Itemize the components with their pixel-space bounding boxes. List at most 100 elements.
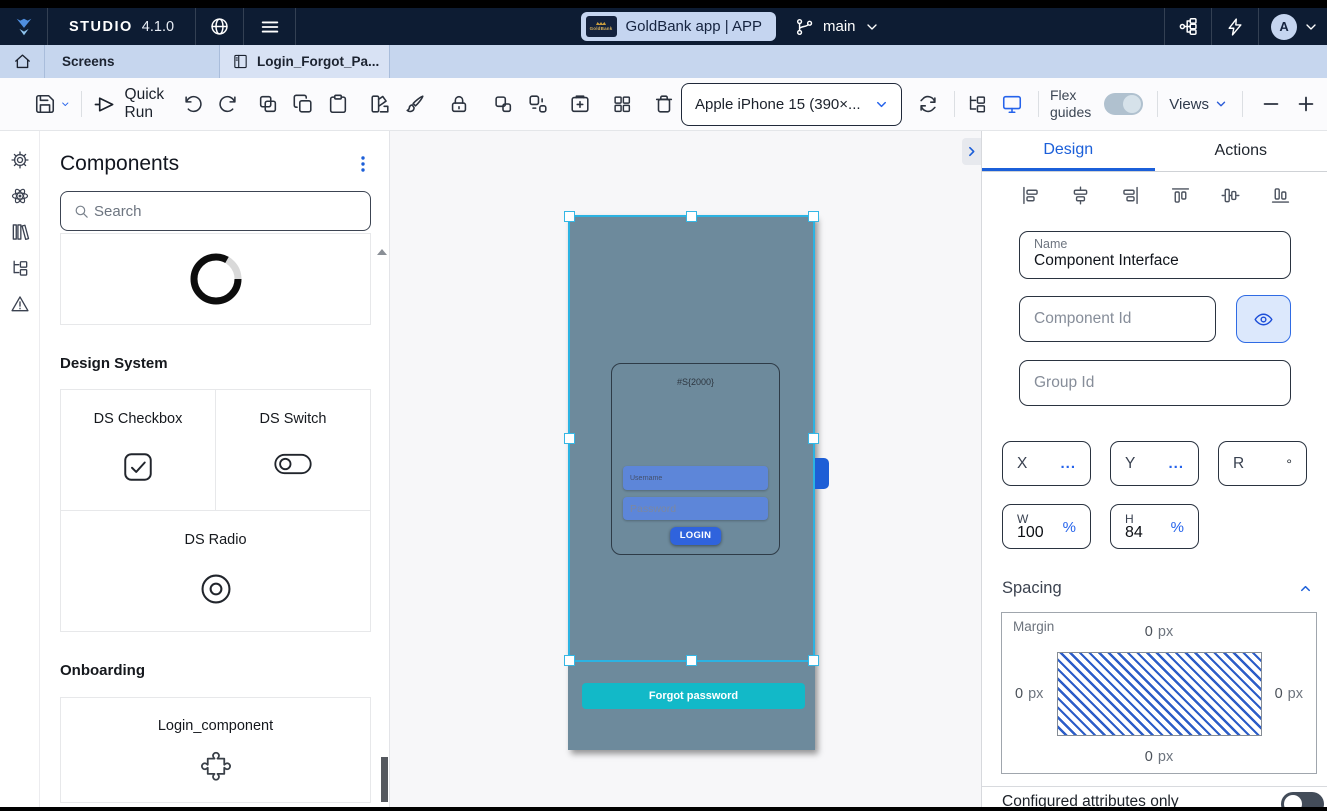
- height-value[interactable]: 84: [1125, 525, 1143, 542]
- lock-button[interactable]: [448, 93, 470, 115]
- height-unit[interactable]: %: [1171, 519, 1184, 536]
- phone-screen-mockup[interactable]: #S{2000} Username Password LOGIN Forgot …: [568, 215, 815, 750]
- branch-name: main: [823, 18, 856, 35]
- align-top-icon[interactable]: [1170, 185, 1191, 206]
- name-field[interactable]: Name Component Interface: [1019, 231, 1291, 279]
- components-grid-button[interactable]: [611, 93, 633, 115]
- tab-screens[interactable]: Screens: [45, 45, 220, 78]
- x-position-field[interactable]: X ...: [1002, 441, 1091, 486]
- branch-icon: [795, 17, 815, 37]
- studio-logo[interactable]: [0, 8, 48, 45]
- margin-editor[interactable]: Margin 0 px 0 px 0 px 0 px: [1001, 612, 1317, 774]
- ungroup-button[interactable]: [527, 93, 549, 115]
- globe-icon: [209, 16, 230, 37]
- save-button[interactable]: [34, 93, 56, 115]
- device-selector[interactable]: Apple iPhone 15 (390×...: [680, 82, 902, 126]
- align-bottom-icon[interactable]: [1270, 185, 1291, 206]
- align-center-vertical-icon[interactable]: [1220, 185, 1241, 206]
- warning-icon[interactable]: [10, 294, 30, 314]
- panel-scrollbar-thumb[interactable]: [381, 757, 388, 802]
- zoom-out-button[interactable]: [1260, 93, 1282, 115]
- component-id-input[interactable]: [1019, 296, 1216, 342]
- layer-tree-button[interactable]: [966, 93, 988, 115]
- brush-button[interactable]: [404, 93, 426, 115]
- delete-button[interactable]: [653, 93, 675, 115]
- component-ds-checkbox[interactable]: DS Checkbox: [61, 390, 216, 510]
- tab-label: Screens: [62, 54, 115, 69]
- margin-left-value[interactable]: 0 px: [1015, 686, 1043, 702]
- views-dropdown[interactable]: Views: [1169, 96, 1228, 113]
- account-chevron-down-icon[interactable]: [1303, 19, 1319, 35]
- add-frame-button[interactable]: [569, 93, 591, 115]
- align-right-icon[interactable]: [1120, 185, 1141, 206]
- quick-actions-button[interactable]: [1212, 8, 1258, 45]
- search-input[interactable]: [94, 202, 358, 220]
- y-position-field[interactable]: Y ...: [1110, 441, 1199, 486]
- width-unit[interactable]: %: [1063, 519, 1076, 536]
- duplicate-button[interactable]: [257, 93, 279, 115]
- hierarchy-tree-icon[interactable]: [10, 258, 30, 278]
- forgot-password-button-mock[interactable]: Forgot password: [582, 683, 805, 709]
- kebab-menu-icon[interactable]: [355, 155, 371, 173]
- configured-attributes-toggle[interactable]: [1281, 792, 1324, 807]
- y-label: Y: [1125, 454, 1136, 472]
- copy-button[interactable]: [292, 93, 314, 115]
- password-field-mock[interactable]: Password: [623, 497, 768, 520]
- zoom-in-button[interactable]: [1295, 93, 1317, 115]
- tab-login-forgot-page[interactable]: Login_Forgot_Pa...: [220, 45, 390, 78]
- visibility-toggle-button[interactable]: [1236, 295, 1291, 343]
- switch-icon: [273, 449, 313, 479]
- collapse-inspector-chevron-icon[interactable]: [962, 138, 981, 165]
- margin-right-value[interactable]: 0 px: [1275, 686, 1303, 702]
- rotation-field[interactable]: R °: [1218, 441, 1307, 486]
- name-field-value[interactable]: Component Interface: [1034, 252, 1276, 270]
- margin-top-value[interactable]: 0 px: [1002, 624, 1316, 640]
- group-id-input[interactable]: [1019, 360, 1291, 406]
- width-field[interactable]: W 100 %: [1002, 504, 1091, 549]
- tab-design[interactable]: Design: [982, 131, 1155, 171]
- tab-actions[interactable]: Actions: [1155, 131, 1327, 171]
- language-button[interactable]: [196, 8, 245, 45]
- component-login-component[interactable]: Login_component: [60, 697, 371, 803]
- margin-bottom-value[interactable]: 0 px: [1002, 749, 1316, 765]
- height-field[interactable]: H 84 %: [1110, 504, 1199, 549]
- align-left-icon[interactable]: [1020, 185, 1041, 206]
- avatar[interactable]: A: [1271, 13, 1298, 40]
- current-app-selector[interactable]: GoldBank GoldBank app | APP: [580, 12, 777, 41]
- branch-selector[interactable]: main: [795, 8, 880, 45]
- login-form-panel[interactable]: #S{2000} Username Password LOGIN: [611, 363, 780, 555]
- component-search-box: [60, 191, 371, 231]
- component-ds-switch[interactable]: DS Switch: [216, 390, 370, 510]
- atom-icon[interactable]: [10, 186, 30, 206]
- design-canvas[interactable]: #S{2000} Username Password LOGIN Forgot …: [390, 131, 981, 807]
- save-options-chevron-icon[interactable]: [60, 99, 71, 114]
- name-field-label: Name: [1034, 237, 1068, 251]
- product-name: STUDIO 4.1.0: [48, 8, 197, 45]
- align-center-horizontal-icon[interactable]: [1070, 185, 1091, 206]
- username-field-mock[interactable]: Username: [623, 466, 768, 490]
- main-menu-button[interactable]: [244, 8, 297, 45]
- redo-button[interactable]: [217, 93, 239, 115]
- home-tab[interactable]: [0, 45, 45, 78]
- flex-guides-toggle[interactable]: [1104, 93, 1144, 115]
- integrations-button[interactable]: [1165, 8, 1211, 45]
- component-preview-spinner[interactable]: [60, 233, 371, 325]
- desktop-preview-button[interactable]: [1001, 93, 1023, 115]
- library-icon[interactable]: [10, 222, 30, 242]
- login-button-mock[interactable]: LOGIN: [669, 527, 722, 545]
- theme-swatches-button[interactable]: [369, 93, 391, 115]
- group-button[interactable]: [492, 93, 514, 115]
- refresh-button[interactable]: [917, 93, 939, 115]
- margin-content-hatch: [1057, 652, 1262, 736]
- paste-button[interactable]: [327, 93, 349, 115]
- component-ds-radio[interactable]: DS Radio: [61, 510, 370, 631]
- inspector-footer: Configured attributes only: [982, 786, 1327, 807]
- spacing-collapse-chevron-up-icon[interactable]: [1298, 581, 1313, 596]
- settings-gear-icon[interactable]: [10, 150, 30, 170]
- scroll-up-arrow[interactable]: [377, 249, 387, 255]
- undo-button[interactable]: [182, 93, 204, 115]
- left-icon-rail: [0, 131, 40, 807]
- quick-run-button[interactable]: Quick Run: [93, 86, 166, 122]
- width-value[interactable]: 100: [1017, 525, 1044, 542]
- selection-side-grab-handle[interactable]: [815, 458, 829, 489]
